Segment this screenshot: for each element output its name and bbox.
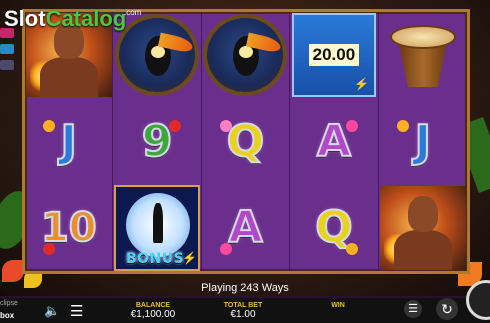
side-panel — [0, 28, 16, 94]
reel-cell — [379, 185, 467, 271]
site-logo: SlotCatalog — [4, 6, 126, 32]
flower-decoration — [2, 260, 24, 282]
reel-cell: J — [379, 98, 467, 184]
fire-dancer-icon — [379, 185, 466, 270]
bonus-label: BONUS — [125, 250, 185, 267]
reel-cell: 9 — [113, 98, 202, 185]
flower-icon — [346, 120, 359, 133]
toucan-icon — [115, 14, 200, 97]
win-meter: WIN — [318, 302, 358, 309]
lightning-icon: ⚡ — [353, 77, 369, 92]
status-message: Playing 243 Ways — [201, 282, 289, 294]
total-bet-label: TOTAL BET — [223, 302, 263, 309]
total-bet-meter: TOTAL BET €1.00 — [218, 302, 268, 320]
reel-cell: 10 — [25, 184, 114, 271]
reel-cell: Q — [202, 98, 291, 185]
reel-cell: Q — [290, 184, 379, 271]
flower-icon — [169, 120, 182, 133]
reel-cell: A — [202, 184, 291, 271]
logo-slot-text: Slot — [4, 6, 46, 31]
reel-cell — [379, 12, 467, 98]
cash-symbol: 20.00 ⚡ — [291, 13, 376, 98]
autoplay-icon[interactable]: ↻ — [436, 298, 458, 320]
flower-icon — [219, 242, 232, 255]
letter-symbol: Q — [226, 115, 265, 168]
flower-icon — [346, 242, 359, 255]
reel-cell: BONUS ⚡ — [113, 184, 202, 271]
reel-cell: 20.00 ⚡ — [290, 12, 379, 99]
letter-symbol: A — [227, 201, 263, 254]
cash-value: 20.00 — [308, 44, 360, 67]
reel-cell: A — [290, 98, 379, 185]
balance-meter: BALANCE €1,100.00 — [118, 302, 188, 320]
reel-cell — [113, 12, 202, 99]
menu-icon[interactable]: ☰ — [70, 302, 83, 320]
letter-symbol: J — [414, 115, 432, 168]
bottom-bar: clipse box 🔈 ☰ BALANCE €1,100.00 TOTAL B… — [0, 298, 490, 323]
side-chip — [0, 60, 14, 70]
speaker-icon[interactable]: 🔈 — [44, 303, 60, 319]
flower-icon — [43, 242, 55, 255]
lightning-icon: ⚡ — [182, 250, 198, 265]
brand-line1: clipse — [0, 300, 18, 307]
side-chip — [0, 44, 14, 54]
logo-catalog-text: Catalog — [45, 6, 127, 31]
total-bet-value: €1.00 — [230, 309, 256, 320]
reel-cell — [202, 12, 291, 99]
flower-icon — [43, 120, 55, 133]
balance-label: BALANCE — [135, 302, 171, 309]
provider-brand: clipse box — [0, 298, 18, 322]
bonus-symbol: BONUS ⚡ — [114, 184, 201, 271]
reel-cell: J — [25, 98, 114, 185]
drum-icon — [388, 19, 458, 91]
balance-value: €1,100.00 — [130, 309, 176, 320]
coin-stack-icon[interactable]: ☰ — [404, 300, 422, 318]
letter-symbol: 9 — [141, 115, 174, 168]
logo-domain-text: .com — [124, 8, 142, 17]
toucan-icon — [203, 14, 288, 97]
flower-icon — [396, 120, 409, 133]
brand-line2: box — [0, 311, 15, 320]
letter-symbol: J — [59, 115, 77, 168]
win-label: WIN — [331, 302, 345, 309]
reel-grid: 20.00 ⚡ J 9 Q A J 10 BONUS ⚡ A Q — [22, 9, 470, 274]
